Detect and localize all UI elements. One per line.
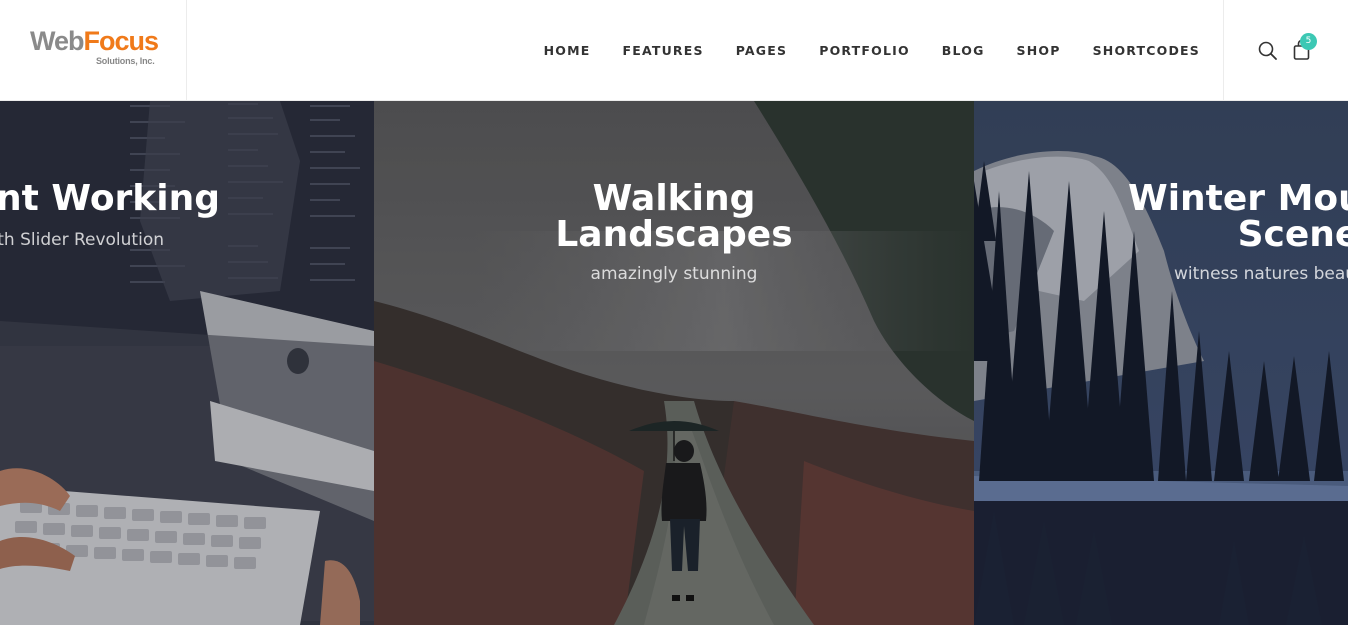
slide-3-title: Winter Mountain Scene <box>1128 181 1348 253</box>
slide-2-title: Walking Landscapes <box>374 181 974 253</box>
cart-count-badge: 5 <box>1300 33 1317 50</box>
slide-2-title-line2: Landscapes <box>555 214 793 255</box>
nav-item-shortcodes[interactable]: SHORTCODES <box>1093 43 1200 58</box>
slide-2-subtitle: amazingly stunning <box>590 264 758 284</box>
nav-item-features[interactable]: FEATURES <box>622 43 703 58</box>
slide-3-title-line2: Scene <box>1237 214 1348 255</box>
slide-2-title-line1: Walking <box>592 178 756 219</box>
nav-item-shop[interactable]: SHOP <box>1017 43 1061 58</box>
logo-area: WebFocus Solutions, Inc. <box>0 0 187 100</box>
logo-wordmark: WebFocus <box>30 26 160 56</box>
logo-focus-text: Focus <box>83 26 160 56</box>
nav-item-portfolio[interactable]: PORTFOLIO <box>819 43 910 58</box>
slide-1-title: Efficient Working <box>0 178 220 219</box>
main-nav: HOME FEATURES PAGES PORTFOLIO BLOG SHOP … <box>544 0 1200 100</box>
logo-web-text: Web <box>30 26 85 56</box>
nav-item-blog[interactable]: BLOG <box>942 43 985 58</box>
cart-button[interactable]: 5 <box>1292 33 1317 64</box>
nav-item-home[interactable]: HOME <box>544 43 591 58</box>
slide-efficient-working[interactable]: Efficient Working With Slider Revolution <box>0 101 374 625</box>
slide-winter-mountain[interactable]: Winter Mountain Scene witness natures be… <box>974 101 1348 625</box>
site-header: WebFocus Solutions, Inc. HOME FEATURES P… <box>0 0 1348 101</box>
logo-tagline: Solutions, Inc. <box>96 56 155 66</box>
slide-1-subtitle: With Slider Revolution <box>0 230 164 250</box>
nav-item-pages[interactable]: PAGES <box>736 43 788 58</box>
search-icon[interactable] <box>1257 40 1279 62</box>
header-tools: 5 <box>1223 0 1348 100</box>
slide-3-title-line1: Winter Mountain <box>1128 178 1348 219</box>
site-logo[interactable]: WebFocus Solutions, Inc. <box>30 26 160 72</box>
hero-slider[interactable]: Efficient Working With Slider Revolution <box>0 101 1348 625</box>
slide-3-subtitle: witness natures beauty <box>1174 264 1348 284</box>
slide-walking-landscapes[interactable]: Walking Landscapes amazingly stunning <box>374 101 974 625</box>
